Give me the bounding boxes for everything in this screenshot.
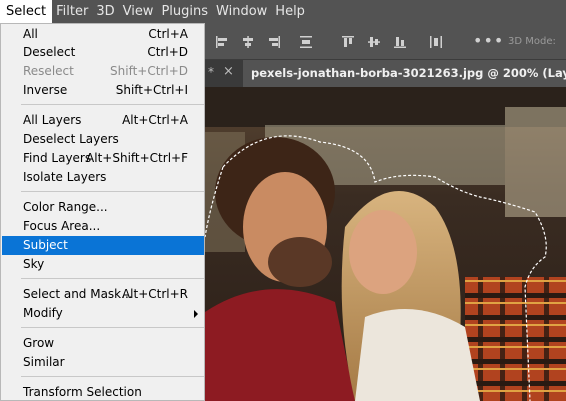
menu-item-shortcut: Ctrl+D [147,45,188,59]
menu-separator [21,191,204,192]
active-document-tab[interactable]: pexels-jonathan-borba-3021263.jpg @ 200%… [243,60,566,87]
menu-item-label: Inverse [23,83,68,97]
menu-separator [21,104,204,105]
unsaved-marker: * [208,65,214,79]
menu-select[interactable]: Select [0,0,53,23]
menu-item-isolate-layers[interactable]: Isolate Layers [2,168,204,187]
more-options-icon[interactable]: ••• [473,31,504,50]
menu-item-label: Subject [23,238,68,252]
menu-item-shortcut: Ctrl+A [148,27,188,41]
menu-item-label: Transform Selection [23,385,142,399]
menu-item-deselect[interactable]: Deselect Ctrl+D [2,43,204,62]
menu-item-shortcut: Shift+Ctrl+D [110,64,188,78]
align-bottom-icon[interactable] [393,35,407,49]
align-right-icon[interactable] [267,35,281,49]
menu-item-select-and-mask[interactable]: Select and Mask... Alt+Ctrl+R [2,285,204,304]
menu-3d[interactable]: 3D [92,0,118,23]
menu-item-label: Find Layers [23,151,92,165]
menu-view[interactable]: View [119,0,158,23]
distribute-vertical-icon[interactable] [429,35,443,49]
menu-item-modify[interactable]: Modify [2,304,204,323]
menu-separator [21,278,204,279]
menu-item-label: Grow [23,336,55,350]
menu-item-all-layers[interactable]: All Layers Alt+Ctrl+A [2,111,204,130]
align-horizontal-center-icon[interactable] [241,35,255,49]
menu-item-label: Select and Mask... [23,287,133,301]
menu-item-transform-selection[interactable]: Transform Selection [2,383,204,401]
options-bar: ••• 3D Mode: [205,24,566,60]
menu-item-find-layers[interactable]: Find Layers Alt+Shift+Ctrl+F [2,149,204,168]
menu-window[interactable]: Window [212,0,271,23]
menu-item-label: Isolate Layers [23,170,107,184]
menu-item-grow[interactable]: Grow [2,334,204,353]
menu-item-shortcut: Shift+Ctrl+I [115,83,188,97]
submenu-arrow-icon [194,310,198,318]
document-canvas[interactable] [205,87,566,401]
align-vertical-center-icon[interactable] [367,35,381,49]
menu-item-label: Deselect Layers [23,132,119,146]
menu-item-label: Sky [23,257,45,271]
distribute-icon[interactable] [299,35,313,49]
menu-item-shortcut: Alt+Shift+Ctrl+F [86,151,188,165]
menu-item-label: Modify [23,306,63,320]
menu-item-shortcut: Alt+Ctrl+R [121,287,188,301]
menu-filter[interactable]: Filter [52,0,92,23]
menu-item-shortcut: Alt+Ctrl+A [122,113,188,127]
menu-item-subject[interactable]: Subject [2,236,204,255]
menubar: Select Filter 3D View Plugins Window Hel… [0,0,566,23]
menu-item-label: All [23,27,38,41]
document-title: pexels-jonathan-borba-3021263.jpg @ 200%… [251,66,566,80]
menu-item-label: Color Range... [23,200,108,214]
menu-item-label: Reselect [23,64,74,78]
menu-item-reselect: Reselect Shift+Ctrl+D [2,62,204,81]
menu-item-all[interactable]: All Ctrl+A [2,25,204,44]
close-tab-icon[interactable]: × [223,64,234,79]
photo-image [205,87,566,401]
3d-mode-label: 3D Mode: [508,36,556,47]
select-menu: All Ctrl+A Deselect Ctrl+D Reselect Shif… [0,23,205,401]
menu-separator [21,376,204,377]
menu-item-color-range[interactable]: Color Range... [2,198,204,217]
menu-separator [21,327,204,328]
menu-item-label: Deselect [23,45,76,59]
menu-item-sky[interactable]: Sky [2,255,204,274]
menu-item-focus-area[interactable]: Focus Area... [2,217,204,236]
align-left-icon[interactable] [215,35,229,49]
menu-help[interactable]: Help [271,0,309,23]
align-top-icon[interactable] [341,35,355,49]
menu-item-label: Similar [23,355,65,369]
menu-item-label: All Layers [23,113,82,127]
menu-item-label: Focus Area... [23,219,101,233]
document-tab-bar: * × pexels-jonathan-borba-3021263.jpg @ … [205,60,566,87]
menu-item-similar[interactable]: Similar [2,353,204,372]
menu-plugins[interactable]: Plugins [157,0,212,23]
previous-document-tab[interactable]: * × [205,60,243,87]
menu-item-deselect-layers[interactable]: Deselect Layers [2,130,204,149]
menu-item-inverse[interactable]: Inverse Shift+Ctrl+I [2,81,204,100]
